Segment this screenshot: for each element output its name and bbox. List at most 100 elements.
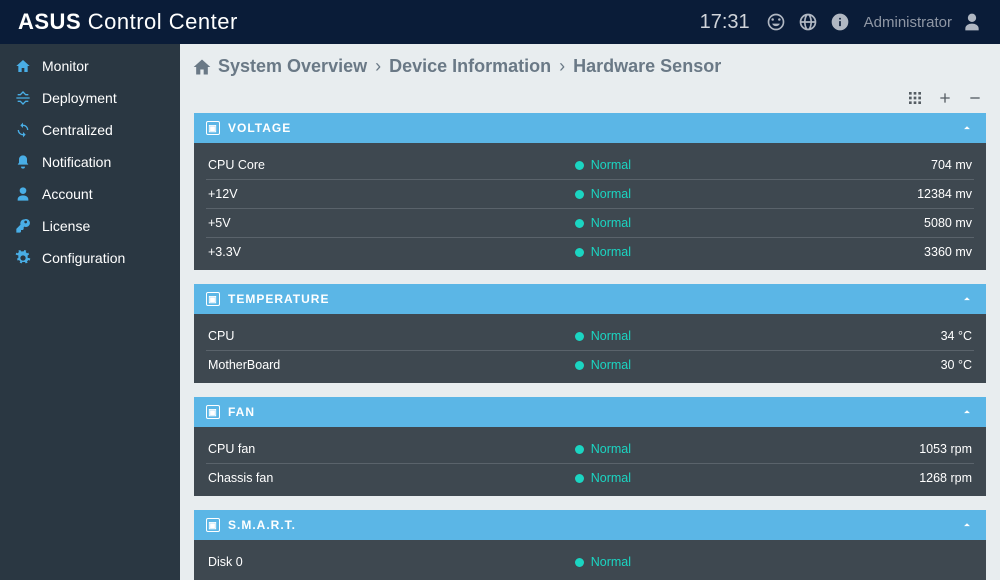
- sidebar-item-configuration[interactable]: Configuration: [0, 242, 180, 274]
- chevron-up-icon: [960, 405, 974, 419]
- sensor-status: Normal: [575, 245, 774, 259]
- panel-body: CPU CoreNormal704 mv+12VNormal12384 mv+5…: [194, 143, 986, 270]
- breadcrumb-sep: ›: [559, 56, 565, 77]
- panel-title: FAN: [228, 405, 255, 419]
- globe-icon[interactable]: [797, 11, 819, 33]
- status-dot-icon: [575, 474, 584, 483]
- panel-fan: ▣FANCPU fanNormal1053 rpmChassis fanNorm…: [194, 397, 986, 496]
- sensor-row: Disk 0Normal: [206, 548, 974, 576]
- panel-icon: ▣: [206, 121, 220, 135]
- user-avatar-icon[interactable]: [961, 11, 983, 33]
- user-label: Administrator: [864, 14, 952, 31]
- sidebar-item-account[interactable]: Account: [0, 178, 180, 210]
- panel-title: VOLTAGE: [228, 121, 291, 135]
- panel-smart: ▣ S.M.A.R.T. Disk 0Normal: [194, 510, 986, 580]
- breadcrumb-item[interactable]: System Overview: [218, 56, 367, 77]
- panel-header[interactable]: ▣ TEMPERATURE: [194, 284, 986, 314]
- sensor-name: +3.3V: [208, 245, 575, 259]
- sensor-name: Disk 0: [208, 555, 575, 569]
- brand: ASUS Control Center: [18, 9, 238, 35]
- panel-voltage: ▣VOLTAGECPU CoreNormal704 mv+12VNormal12…: [194, 113, 986, 270]
- panel-title: TEMPERATURE: [228, 292, 329, 306]
- grid-view-icon[interactable]: [904, 87, 926, 109]
- panel-header[interactable]: ▣ FAN: [194, 397, 986, 427]
- status-dot-icon: [575, 161, 584, 170]
- sensor-name: MotherBoard: [208, 358, 575, 372]
- panel-body: Disk 0Normal: [194, 540, 986, 580]
- home-icon: [14, 57, 32, 75]
- panel-title: S.M.A.R.T.: [228, 518, 296, 532]
- sidebar-item-deployment[interactable]: Deployment: [0, 82, 180, 114]
- status-dot-icon: [575, 558, 584, 567]
- sidebar: Monitor Deployment Centralized Notification…: [0, 44, 180, 580]
- sensor-value: 5080 mv: [773, 216, 972, 230]
- status-dot-icon: [575, 445, 584, 454]
- expand-all-icon[interactable]: [934, 87, 956, 109]
- sensor-status: Normal: [575, 187, 774, 201]
- panel-body: CPU fanNormal1053 rpmChassis fanNormal12…: [194, 427, 986, 496]
- sensor-row: CPUNormal34 °C: [206, 322, 974, 351]
- panel-icon: ▣: [206, 405, 220, 419]
- smiley-icon[interactable]: [765, 11, 787, 33]
- sidebar-item-label: Centralized: [42, 122, 113, 138]
- panel-temperature: ▣TEMPERATURECPUNormal34 °CMotherBoardNor…: [194, 284, 986, 383]
- sidebar-item-label: Account: [42, 186, 93, 202]
- sidebar-item-label: Deployment: [42, 90, 117, 106]
- sensor-name: +5V: [208, 216, 575, 230]
- sensor-status: Normal: [575, 216, 774, 230]
- sensor-value: 704 mv: [773, 158, 972, 172]
- panel-toolbar: [180, 83, 1000, 113]
- sidebar-item-monitor[interactable]: Monitor: [0, 50, 180, 82]
- chevron-up-icon: [960, 518, 974, 532]
- breadcrumb: System Overview › Device Information › H…: [180, 44, 1000, 83]
- sensor-name: CPU fan: [208, 442, 575, 456]
- sidebar-item-label: License: [42, 218, 90, 234]
- sensor-name: Chassis fan: [208, 471, 575, 485]
- sensor-name: CPU Core: [208, 158, 575, 172]
- sensor-row: CPU CoreNormal704 mv: [206, 151, 974, 180]
- deploy-icon: [14, 89, 32, 107]
- sidebar-item-notification[interactable]: Notification: [0, 146, 180, 178]
- panel-header[interactable]: ▣ VOLTAGE: [194, 113, 986, 143]
- key-icon: [14, 217, 32, 235]
- sensor-status: Normal: [575, 358, 774, 372]
- gear-icon: [14, 249, 32, 267]
- status-dot-icon: [575, 190, 584, 199]
- sensor-status: Normal: [575, 442, 774, 456]
- sensor-status: Normal: [575, 329, 774, 343]
- sensor-value: 30 °C: [773, 358, 972, 372]
- breadcrumb-sep: ›: [375, 56, 381, 77]
- home-icon[interactable]: [192, 57, 212, 77]
- sidebar-item-label: Monitor: [42, 58, 89, 74]
- sensor-row: +12VNormal12384 mv: [206, 180, 974, 209]
- sensor-value: 1268 rpm: [773, 471, 972, 485]
- status-dot-icon: [575, 219, 584, 228]
- chevron-up-icon: [960, 121, 974, 135]
- breadcrumb-item[interactable]: Hardware Sensor: [573, 56, 721, 77]
- collapse-all-icon[interactable]: [964, 87, 986, 109]
- panel-icon: ▣: [206, 292, 220, 306]
- panel-body: CPUNormal34 °CMotherBoardNormal30 °C: [194, 314, 986, 383]
- sidebar-item-label: Configuration: [42, 250, 125, 266]
- sensor-status: Normal: [575, 471, 774, 485]
- sidebar-item-license[interactable]: License: [0, 210, 180, 242]
- sync-icon: [14, 121, 32, 139]
- sensor-value: 12384 mv: [773, 187, 972, 201]
- sensor-status: Normal: [575, 555, 774, 569]
- panel-header[interactable]: ▣ S.M.A.R.T.: [194, 510, 986, 540]
- status-dot-icon: [575, 248, 584, 257]
- info-icon[interactable]: [829, 11, 851, 33]
- user-icon: [14, 185, 32, 203]
- sensor-name: +12V: [208, 187, 575, 201]
- status-dot-icon: [575, 332, 584, 341]
- panel-icon: ▣: [206, 518, 220, 532]
- breadcrumb-item[interactable]: Device Information: [389, 56, 551, 77]
- top-bar: ASUS Control Center 17:31 Administrator: [0, 0, 1000, 44]
- clock: 17:31: [700, 11, 750, 34]
- sensor-status: Normal: [575, 158, 774, 172]
- sensor-value: 1053 rpm: [773, 442, 972, 456]
- sensor-row: MotherBoardNormal30 °C: [206, 351, 974, 379]
- sidebar-item-centralized[interactable]: Centralized: [0, 114, 180, 146]
- sensor-row: +3.3VNormal3360 mv: [206, 238, 974, 266]
- sensor-row: CPU fanNormal1053 rpm: [206, 435, 974, 464]
